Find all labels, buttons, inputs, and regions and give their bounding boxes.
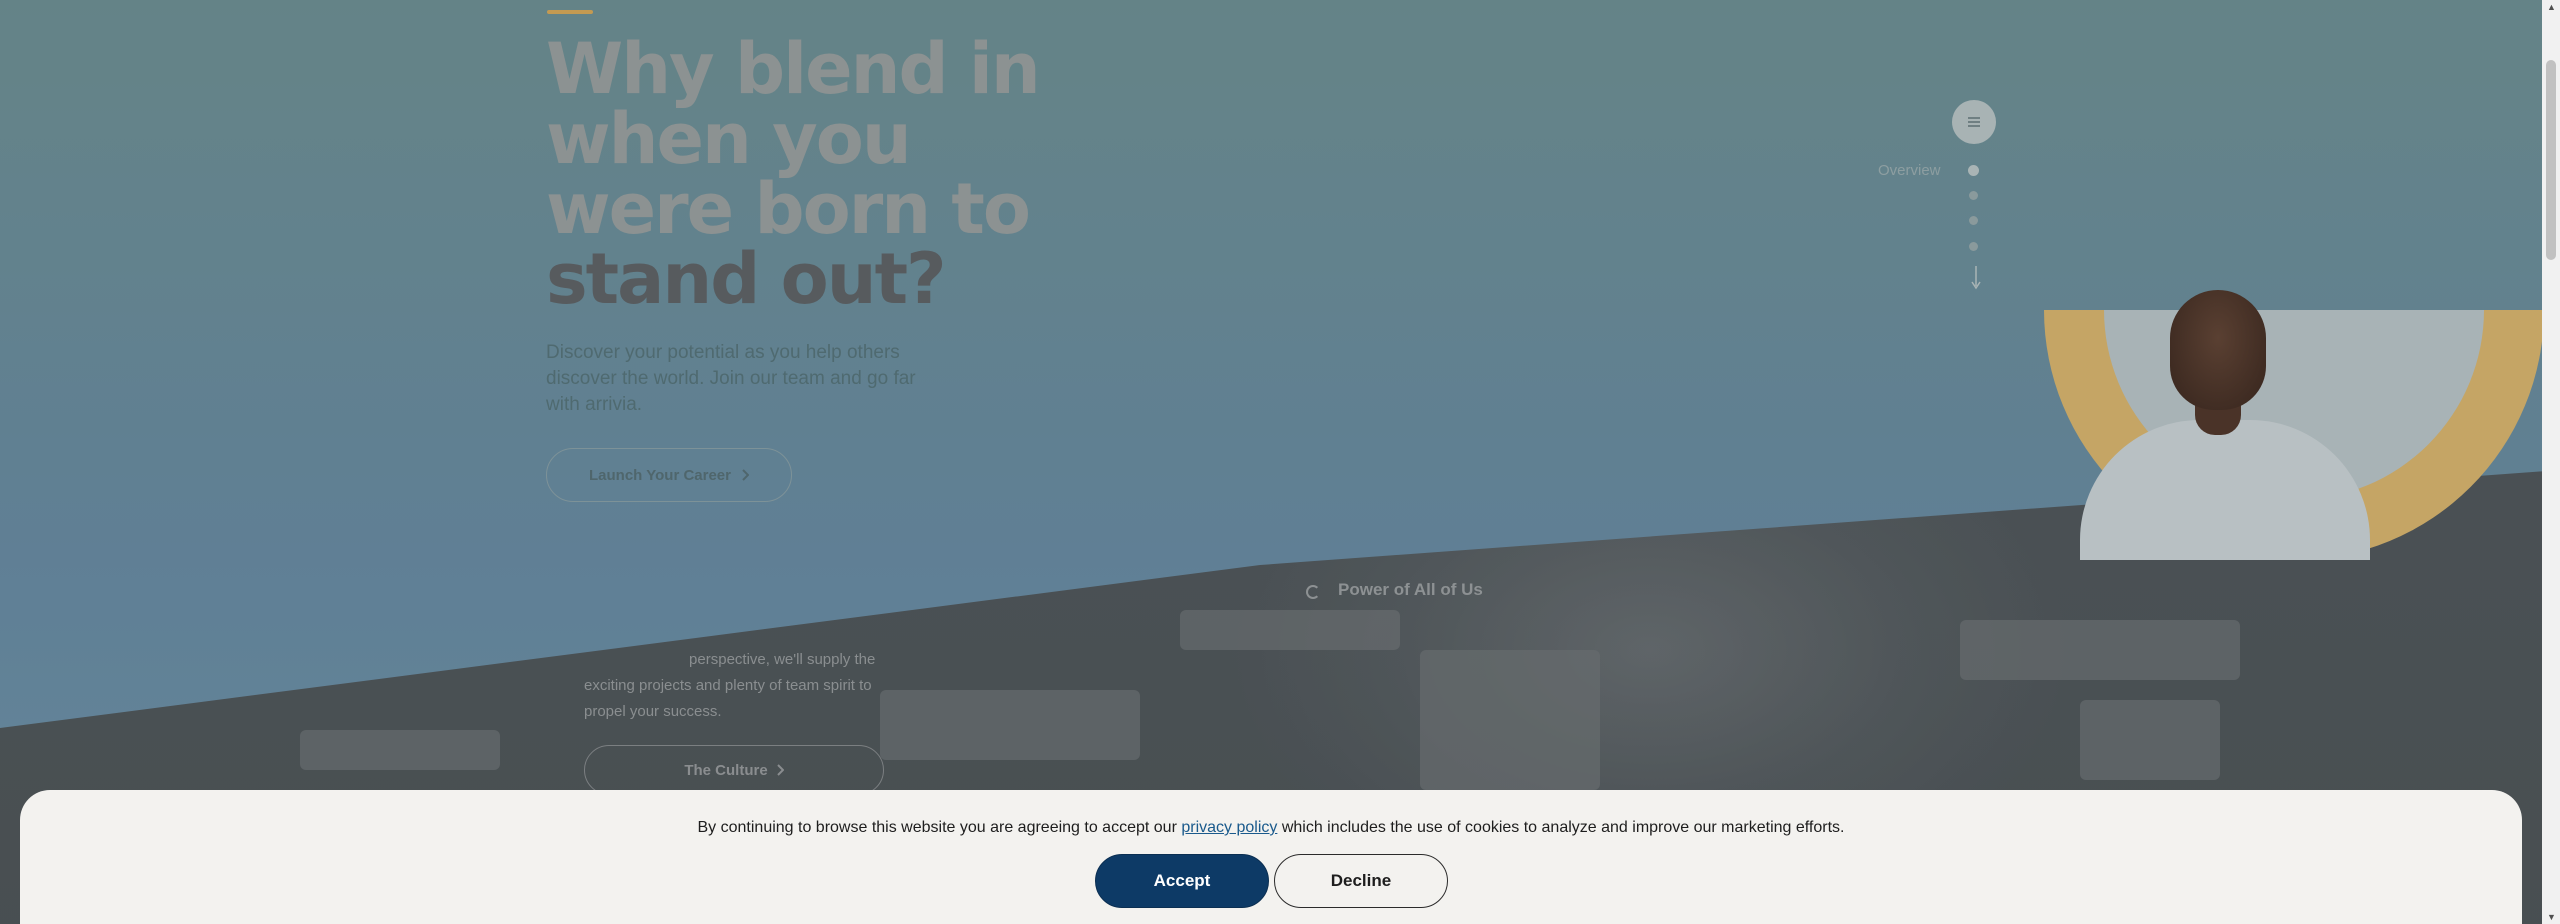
privacy-policy-link[interactable]: privacy policy [1181, 819, 1277, 836]
culture-description: With your fresh perspective, we'll suppl… [584, 647, 904, 725]
hero-subtext: Discover your potential as you help othe… [546, 342, 916, 415]
page-scrollbar[interactable]: ▲ ▼ [2542, 0, 2560, 924]
accept-button[interactable]: Accept [1095, 854, 1269, 908]
page-title: Why blend in when you were born to stand… [546, 34, 1066, 314]
feature-power-label: Power of All of Us [1338, 580, 1483, 599]
scroll-up-icon[interactable]: ▲ [2547, 2, 2556, 12]
launch-career-label: Launch Your Career [589, 466, 731, 484]
cookie-text-after: which includes the use of cookies to ana… [1277, 819, 1845, 836]
the-culture-label: The Culture [684, 761, 768, 779]
side-menu-button[interactable] [1952, 100, 1996, 144]
nav-dot-2[interactable] [1969, 191, 1978, 200]
chevron-right-icon [742, 469, 749, 481]
cookie-text-before: By continuing to browse this website you… [697, 819, 1182, 836]
accent-line [547, 10, 593, 14]
decline-button[interactable]: Decline [1274, 854, 1448, 908]
feature-icon [1306, 585, 1320, 599]
the-culture-button[interactable]: The Culture [584, 745, 884, 795]
nav-dot-3[interactable] [1969, 216, 1978, 225]
scrollbar-thumb[interactable] [2546, 60, 2556, 260]
nav-dot-overview[interactable] [1968, 165, 1979, 176]
menu-icon [1968, 117, 1980, 127]
cookie-message: By continuing to browse this website you… [20, 819, 2522, 837]
hero-section: Why blend in when you were born to stand… [0, 0, 2560, 924]
headline-line-4: stand out? [546, 238, 947, 320]
arrow-down-icon[interactable] [1970, 264, 1982, 290]
launch-career-button[interactable]: Launch Your Career [546, 448, 792, 502]
chevron-right-icon [776, 764, 784, 776]
cookie-banner: By continuing to browse this website you… [20, 790, 2522, 924]
scroll-down-icon[interactable]: ▼ [2547, 912, 2556, 922]
nav-dot-4[interactable] [1969, 242, 1978, 251]
nav-label-overview[interactable]: Overview [1878, 162, 1941, 179]
person-head [2170, 290, 2266, 410]
